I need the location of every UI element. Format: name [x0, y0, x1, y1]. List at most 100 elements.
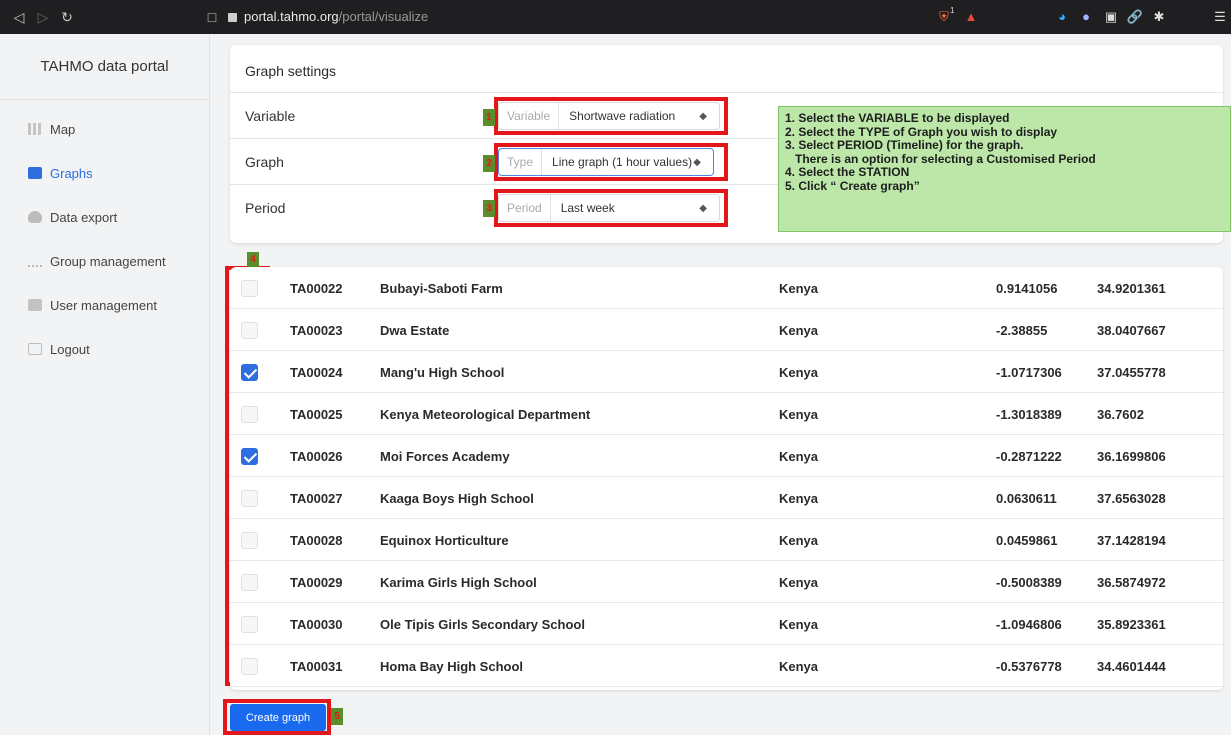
station-longitude: 38.0407667	[1097, 323, 1166, 338]
station-checkbox[interactable]	[241, 280, 258, 297]
table-row[interactable]: TA00031 Homa Bay High School Kenya -0.53767…	[230, 645, 1223, 687]
station-name: Bubayi-Saboti Farm	[380, 281, 503, 296]
station-longitude: 35.8923361	[1097, 617, 1166, 632]
sidebar-item-label: Logout	[50, 341, 90, 357]
station-name: Equinox Horticulture	[380, 533, 509, 548]
logout-icon	[28, 343, 42, 355]
sidebar-item-group-management[interactable]: Group management	[0, 239, 209, 283]
note-line-3: 3. Select PERIOD (Timeline) for the grap…	[785, 138, 1024, 152]
station-latitude: -2.38855	[996, 323, 1048, 338]
puzzle-icon[interactable]: ✱	[1150, 8, 1168, 26]
station-longitude: 36.1699806	[1097, 449, 1166, 464]
table-row[interactable]: TA00023 Dwa Estate Kenya -2.38855 38.0407667	[230, 309, 1223, 351]
station-id: TA00030	[290, 617, 343, 632]
table-row[interactable]: TA00028 Equinox Horticulture Kenya 0.045986…	[230, 519, 1223, 561]
cloud-icon	[28, 211, 42, 223]
station-name: Dwa Estate	[380, 323, 450, 338]
station-checkbox[interactable]	[241, 406, 258, 423]
menu-icon[interactable]: ☰	[1211, 8, 1229, 26]
note-line-5: 4. Select the STATION	[785, 165, 910, 179]
station-id: TA00022	[290, 281, 343, 296]
station-checkbox[interactable]	[241, 490, 258, 507]
table-row[interactable]: TA00030 Ole Tipis Girls Secondary School K…	[230, 603, 1223, 645]
station-checkbox[interactable]	[241, 532, 258, 549]
table-row[interactable]: TA00022 Bubayi-Saboti Farm Kenya 0.9141056 3…	[230, 267, 1223, 309]
note-line-4: There is an option for selecting a Custo…	[785, 151, 1096, 166]
url-host: portal.tahmo.org	[244, 9, 339, 24]
back-icon[interactable]: ◁	[10, 8, 28, 26]
marker-1: 1	[483, 109, 495, 126]
station-name: Kaaga Boys High School	[380, 491, 534, 506]
sidebar: TAHMO data portal Map Graphs Data export…	[0, 34, 210, 735]
graph-label: Graph	[245, 154, 284, 170]
station-checkbox[interactable]	[241, 448, 258, 465]
bookmark-icon[interactable]: □	[203, 8, 221, 26]
station-name: Mang'u High School	[380, 365, 505, 380]
station-checkbox[interactable]	[241, 658, 258, 675]
instruction-note: 1. Select the VARIABLE to be displayed 2…	[778, 106, 1231, 232]
sidebar-item-graphs[interactable]: Graphs	[0, 151, 209, 195]
table-row[interactable]: TA00027 Kaaga Boys High School Kenya 0.0630…	[230, 477, 1223, 519]
station-name: Kenya Meteorological Department	[380, 407, 591, 422]
station-country: Kenya	[779, 659, 819, 674]
timer-extension-icon[interactable]: ◕	[1053, 8, 1071, 26]
marker-2: 2	[483, 155, 495, 172]
map-icon	[28, 123, 42, 135]
station-checkbox[interactable]	[241, 616, 258, 633]
station-latitude: -0.2871222	[996, 449, 1062, 464]
sidebar-item-label: Map	[50, 121, 76, 137]
brand-title: TAHMO data portal	[0, 34, 209, 100]
table-row[interactable]: TA00024 Mang'u High School Kenya -1.0717306…	[230, 351, 1223, 393]
extension-icon[interactable]: ●	[1077, 8, 1095, 26]
station-longitude: 36.5874972	[1097, 575, 1166, 590]
user-icon	[28, 299, 42, 311]
note-line-2: 2. Select the TYPE of Graph you wish to …	[785, 124, 1058, 139]
station-country: Kenya	[779, 575, 819, 590]
link-extension-icon[interactable]: 🔗	[1126, 8, 1144, 26]
table-row[interactable]: TA00026 Moi Forces Academy Kenya -0.2871222…	[230, 435, 1223, 477]
forward-icon[interactable]: ▷	[34, 8, 52, 26]
sidebar-item-data-export[interactable]: Data export	[0, 195, 209, 239]
marker-5: 5	[331, 708, 343, 725]
station-id: TA00027	[290, 491, 343, 506]
sidebar-item-label: User management	[50, 297, 157, 313]
station-latitude: 0.0459861	[996, 533, 1058, 548]
station-name: Moi Forces Academy	[380, 449, 510, 464]
station-country: Kenya	[779, 365, 819, 380]
highlight-period	[494, 189, 728, 227]
station-longitude: 37.6563028	[1097, 491, 1166, 506]
station-id: TA00029	[290, 575, 343, 590]
note-line-1: 1. Select the VARIABLE to be displayed	[785, 111, 1010, 125]
group-icon	[28, 255, 42, 267]
station-country: Kenya	[779, 323, 819, 338]
table-row[interactable]: TA00025 Kenya Meteorological Department Ke…	[230, 393, 1223, 435]
station-country: Kenya	[779, 617, 819, 632]
address-bar[interactable]: portal.tahmo.org/portal/visualize	[228, 5, 988, 29]
station-latitude: -1.0946806	[996, 617, 1062, 632]
station-id: TA00028	[290, 533, 343, 548]
marker-3: 3	[483, 200, 495, 217]
station-latitude: 0.9141056	[996, 281, 1058, 296]
table-row[interactable]: TA00029 Karima Girls High School Kenya -0.5…	[230, 561, 1223, 603]
graph-settings-title: Graph settings	[230, 45, 1223, 93]
notion-extension-icon[interactable]: ▣	[1102, 8, 1120, 26]
station-latitude: -0.5008389	[996, 575, 1062, 590]
lock-icon	[228, 13, 237, 23]
sidebar-item-label: Group management	[50, 253, 166, 269]
station-id: TA00025	[290, 407, 343, 422]
station-country: Kenya	[779, 491, 819, 506]
station-checkbox[interactable]	[241, 574, 258, 591]
sidebar-item-logout[interactable]: Logout	[0, 327, 209, 371]
station-checkbox[interactable]	[241, 364, 258, 381]
rewards-icon[interactable]: ▲	[962, 8, 980, 26]
station-table: TA00022 Bubayi-Saboti Farm Kenya 0.9141056 3…	[230, 267, 1223, 690]
station-country: Kenya	[779, 407, 819, 422]
marker-4: 4	[247, 252, 259, 268]
reload-icon[interactable]: ↻	[58, 8, 76, 26]
sidebar-item-user-management[interactable]: User management	[0, 283, 209, 327]
station-checkbox[interactable]	[241, 322, 258, 339]
sidebar-item-map[interactable]: Map	[0, 107, 209, 151]
create-graph-button[interactable]: Create graph	[230, 704, 326, 731]
station-name: Karima Girls High School	[380, 575, 537, 590]
station-id: TA00031	[290, 659, 343, 674]
